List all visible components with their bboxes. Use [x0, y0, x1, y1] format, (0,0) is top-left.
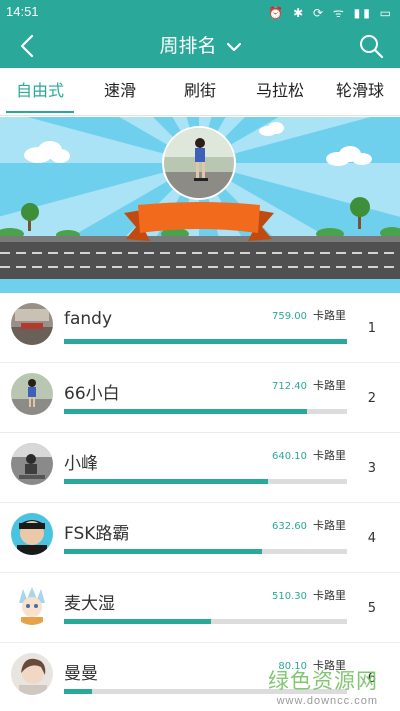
avatar: [11, 443, 53, 485]
progress-track: [64, 479, 347, 484]
distance-value: 759.00 卡路里: [272, 309, 346, 322]
ranking-row[interactable]: FSK路霸 632.60 卡路里 4: [0, 503, 400, 573]
progress-fill: [64, 619, 212, 624]
ranking-row[interactable]: 小峰 640.10 卡路里 3: [0, 433, 400, 503]
distance-value: 632.60 卡路里: [272, 519, 346, 532]
distance-value: 640.10 卡路里: [272, 449, 346, 462]
rank-number: 4: [367, 531, 376, 546]
progress-track: [64, 409, 347, 414]
app-bar: 周排名: [0, 24, 400, 68]
distance-value: 80.10 卡路里: [278, 659, 346, 672]
ranking-row[interactable]: fandy 759.00 卡路里 1: [0, 293, 400, 363]
status-bar: 14:51 ⏰ ✱ ⟳ ᯤ ▮▮ ▭: [0, 0, 400, 24]
rider-name: 小峰: [64, 454, 98, 474]
rider-name: 麦大湿: [64, 594, 115, 614]
tab-speed[interactable]: 速滑: [80, 68, 160, 115]
progress-track: [64, 549, 347, 554]
ranking-row[interactable]: 66小白 712.40 卡路里 2: [0, 363, 400, 433]
progress-fill: [64, 689, 93, 694]
rank-number: 1: [367, 321, 376, 336]
rank-number: 3: [367, 461, 376, 476]
avatar: [11, 303, 53, 345]
progress-track: [64, 339, 347, 344]
tab-street[interactable]: 刷街: [160, 68, 240, 115]
rank-number: 5: [367, 601, 376, 616]
rank-number: 2: [367, 391, 376, 406]
champion-banner: [0, 117, 400, 293]
period-selector[interactable]: 周排名: [0, 24, 400, 68]
tab-freestyle[interactable]: 自由式: [0, 68, 80, 115]
ranking-row[interactable]: 曼曼 80.10 卡路里 6: [0, 643, 400, 711]
tab-marathon[interactable]: 马拉松: [240, 68, 320, 115]
ranking-row[interactable]: 麦大湿 510.30 卡路里 5: [0, 573, 400, 643]
progress-fill: [64, 339, 347, 344]
rank-number: 6: [367, 671, 376, 686]
page-title: 周排名: [159, 35, 217, 57]
status-time: 14:51: [6, 4, 39, 19]
banner-illustration: [0, 117, 400, 293]
search-button[interactable]: [358, 33, 384, 59]
avatar: [11, 583, 53, 625]
avatar: [11, 653, 53, 695]
progress-track: [64, 619, 347, 624]
avatar: [11, 513, 53, 555]
rider-name: FSK路霸: [64, 524, 130, 544]
distance-value: 510.30 卡路里: [272, 589, 346, 602]
progress-fill: [64, 549, 263, 554]
rider-name: fandy: [64, 309, 113, 329]
category-tabs: 自由式 速滑 刷街 马拉松 轮滑球: [0, 68, 400, 116]
progress-fill: [64, 479, 268, 484]
avatar: [11, 373, 53, 415]
distance-value: 712.40 卡路里: [272, 379, 346, 392]
status-icons: ⏰ ✱ ⟳ ᯤ ▮▮ ▭: [268, 6, 394, 20]
chevron-down-icon: [226, 42, 241, 51]
progress-track: [64, 689, 347, 694]
search-icon: [360, 35, 384, 59]
progress-fill: [64, 409, 308, 414]
rider-name: 曼曼: [64, 664, 98, 684]
rider-name: 66小白: [64, 384, 120, 404]
tab-roller-hockey[interactable]: 轮滑球: [320, 68, 400, 115]
ranking-list: fandy 759.00 卡路里 1 66小白 712.40 卡路里 2 小峰 64…: [0, 293, 400, 711]
